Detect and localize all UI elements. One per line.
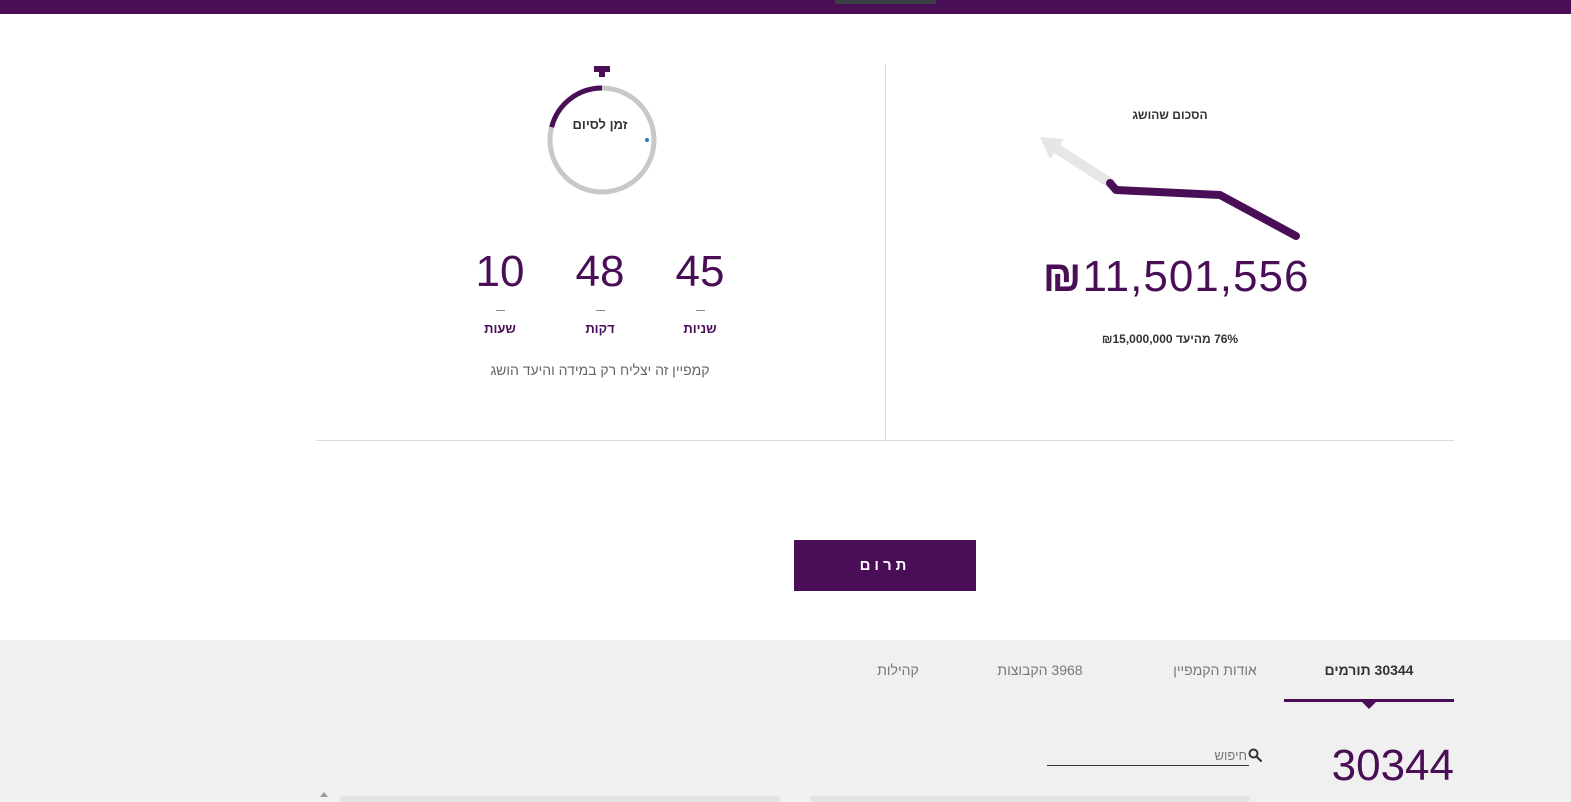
countdown-dash	[695, 310, 705, 311]
currency-symbol: ₪	[1042, 252, 1083, 301]
amount-raised: ₪11,501,556	[1020, 252, 1320, 302]
countdown-seconds: 45 שניות	[660, 247, 740, 337]
tab-about-campaign[interactable]: אודות הקמפיין	[1150, 662, 1280, 678]
progress-arrow-fill	[1106, 179, 1300, 240]
countdown-dash	[595, 310, 605, 311]
raised-label: הסכום שהושג	[1132, 108, 1208, 122]
donor-count: 30344	[1331, 741, 1454, 790]
top-nav-bar	[0, 0, 1571, 14]
progress-arrow-track	[1043, 138, 1115, 188]
donor-card	[810, 796, 1250, 802]
stopwatch-icon	[547, 66, 657, 195]
donate-button[interactable]: תרום	[794, 540, 976, 591]
countdown-hours: 10 שעות	[460, 247, 540, 337]
campaign-note: קמפיין זה יצליח רק במידה והיעד הושג	[490, 362, 710, 378]
progress-arrow-graphic	[1040, 137, 1300, 240]
stopwatch-dot	[645, 138, 649, 142]
scroll-up-icon[interactable]	[320, 792, 328, 797]
timer-label: זמן לסיום	[572, 117, 628, 132]
countdown-minutes-label: דקות	[585, 321, 615, 336]
countdown-minutes: 48 דקות	[560, 247, 640, 337]
countdown-minutes-value: 48	[575, 247, 625, 296]
stopwatch-crown	[594, 66, 610, 72]
countdown-seconds-value: 45	[675, 247, 725, 296]
countdown-dash	[495, 310, 505, 311]
countdown-hours-label: שעות	[484, 321, 516, 336]
tab-groups[interactable]: 3968 הקבוצות	[985, 662, 1095, 678]
goal-progress-text: 76% מהיעד ₪15,000,000	[1101, 332, 1239, 346]
top-nav-active-tab[interactable]	[835, 0, 936, 4]
countdown-hours-value: 10	[475, 247, 525, 296]
amount-value: 11,501,556	[1082, 252, 1310, 301]
search-box	[1047, 745, 1262, 767]
tab-donors[interactable]: 30344 תורמים	[1284, 662, 1454, 678]
donor-card	[340, 796, 780, 802]
panel-divider-horizontal	[316, 440, 1454, 441]
panel-divider-vertical	[885, 64, 886, 440]
countdown-seconds-label: שניות	[683, 321, 717, 336]
tab-communities[interactable]: קהילות	[868, 662, 928, 678]
stopwatch-stem	[599, 72, 605, 77]
search-icon[interactable]	[1248, 748, 1262, 762]
active-tab-pointer	[1362, 702, 1376, 709]
search-input[interactable]	[1047, 745, 1249, 766]
